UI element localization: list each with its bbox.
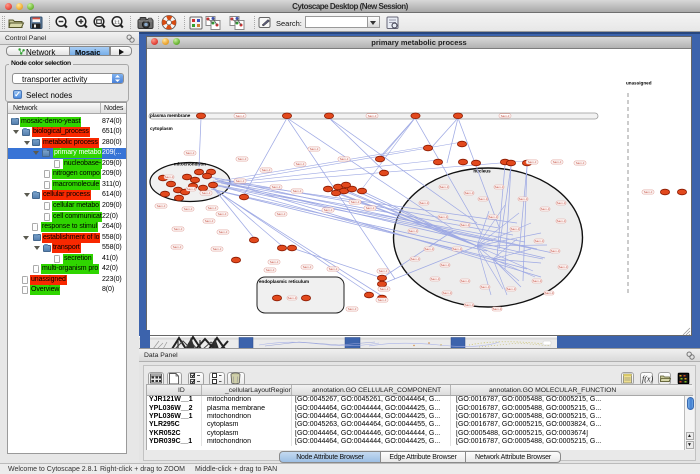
svg-text:unassigned: unassigned bbox=[626, 81, 652, 86]
svg-text:Sam d: Sam d bbox=[431, 277, 440, 281]
svg-text:Sam d: Sam d bbox=[465, 191, 474, 195]
svg-text:Sam d: Sam d bbox=[303, 265, 312, 269]
svg-text:Sam d: Sam d bbox=[380, 287, 389, 291]
svg-text:Sam d: Sam d bbox=[519, 197, 528, 201]
svg-text:Sam d: Sam d bbox=[511, 227, 520, 231]
svg-text:Sam d: Sam d bbox=[165, 175, 174, 179]
svg-text:Sam d: Sam d bbox=[465, 303, 474, 307]
svg-text:Sam d: Sam d bbox=[205, 219, 214, 223]
svg-text:Sam d: Sam d bbox=[174, 227, 183, 231]
svg-text:Sam d: Sam d bbox=[411, 257, 420, 261]
svg-text:Sam d: Sam d bbox=[461, 279, 470, 283]
svg-text:Sam d: Sam d bbox=[409, 229, 418, 233]
svg-text:Sam d: Sam d bbox=[187, 187, 196, 191]
svg-text:Sam d: Sam d bbox=[218, 212, 227, 216]
svg-text:Sam d: Sam d bbox=[479, 197, 488, 201]
svg-text:Sam d: Sam d bbox=[576, 161, 585, 165]
svg-text:Sam d: Sam d bbox=[493, 307, 502, 311]
svg-text:Sam d: Sam d bbox=[557, 219, 566, 223]
svg-text:Sam d: Sam d bbox=[157, 204, 166, 208]
svg-text:cytoplasm: cytoplasm bbox=[150, 126, 173, 131]
svg-text:Sam d: Sam d bbox=[557, 201, 566, 205]
svg-text:Sam d: Sam d bbox=[277, 212, 286, 216]
svg-text:Sam d: Sam d bbox=[288, 296, 297, 300]
svg-text:Sam d: Sam d bbox=[441, 263, 450, 267]
svg-text:plasma membrane: plasma membrane bbox=[150, 113, 191, 118]
svg-text:Sam d: Sam d bbox=[545, 291, 554, 295]
svg-text:Sam d: Sam d bbox=[351, 200, 360, 204]
svg-text:Sam d: Sam d bbox=[489, 215, 498, 219]
svg-text:Sam d: Sam d bbox=[551, 249, 560, 253]
svg-text:Sam d: Sam d bbox=[238, 157, 247, 161]
svg-text:Sam d: Sam d bbox=[186, 151, 195, 155]
svg-text:Sam d: Sam d bbox=[340, 157, 349, 161]
svg-text:Sam d: Sam d bbox=[296, 162, 305, 166]
svg-text:Sam d: Sam d bbox=[208, 206, 217, 210]
svg-text:Sam d: Sam d bbox=[644, 190, 653, 194]
svg-text:Sam d: Sam d bbox=[420, 201, 429, 205]
svg-text:Sam d: Sam d bbox=[443, 291, 452, 295]
svg-text:Sam d: Sam d bbox=[528, 160, 537, 164]
svg-text:mitochondrion: mitochondrion bbox=[174, 162, 206, 167]
svg-text:Sam d: Sam d bbox=[553, 160, 562, 164]
svg-text:Sam d: Sam d bbox=[425, 247, 434, 251]
svg-text:Sam d: Sam d bbox=[541, 207, 550, 211]
svg-text:1:1: 1:1 bbox=[114, 19, 120, 24]
svg-text:Sam d: Sam d bbox=[213, 247, 222, 251]
svg-text:Sam d: Sam d bbox=[236, 114, 245, 118]
svg-text:Sam d: Sam d bbox=[270, 260, 279, 264]
svg-text:Sam d: Sam d bbox=[368, 114, 377, 118]
svg-text:Sam d: Sam d bbox=[310, 147, 319, 151]
svg-text:Sam d: Sam d bbox=[262, 168, 271, 172]
svg-text:Sam d: Sam d bbox=[379, 269, 388, 273]
svg-text:Sam d: Sam d bbox=[440, 185, 449, 189]
svg-text:Sam d: Sam d bbox=[461, 223, 470, 227]
svg-text:Sam d: Sam d bbox=[266, 268, 275, 272]
svg-text:endoplasmic reticulum: endoplasmic reticulum bbox=[259, 279, 309, 284]
svg-text:Sam d: Sam d bbox=[219, 230, 228, 234]
svg-text:Sam d: Sam d bbox=[184, 207, 193, 211]
svg-text:Sam d: Sam d bbox=[173, 245, 182, 249]
svg-text:f(x): f(x) bbox=[642, 375, 653, 384]
svg-text:nucleus: nucleus bbox=[473, 169, 491, 174]
svg-text:Sam d: Sam d bbox=[559, 265, 568, 269]
svg-text:Sam d: Sam d bbox=[236, 179, 245, 183]
svg-text:Sam d: Sam d bbox=[329, 267, 338, 271]
svg-text:Sam d: Sam d bbox=[453, 247, 462, 251]
svg-text:Sam d: Sam d bbox=[507, 287, 516, 291]
svg-text:Sam d: Sam d bbox=[378, 298, 387, 302]
svg-text:Sam d: Sam d bbox=[324, 208, 333, 212]
svg-text:Sam d: Sam d bbox=[272, 185, 281, 189]
svg-text:Sam d: Sam d bbox=[366, 206, 375, 210]
svg-text:Sam d: Sam d bbox=[348, 307, 357, 311]
svg-text:Sam d: Sam d bbox=[481, 285, 490, 289]
svg-text:Sam d: Sam d bbox=[495, 185, 504, 189]
svg-text:Sam d: Sam d bbox=[439, 215, 448, 219]
svg-text:Sam d: Sam d bbox=[533, 279, 542, 283]
svg-text:Sam d: Sam d bbox=[293, 189, 302, 193]
svg-text:Sam d: Sam d bbox=[501, 114, 510, 118]
svg-text:Sam d: Sam d bbox=[202, 191, 211, 195]
svg-text:Sam d: Sam d bbox=[535, 239, 544, 243]
